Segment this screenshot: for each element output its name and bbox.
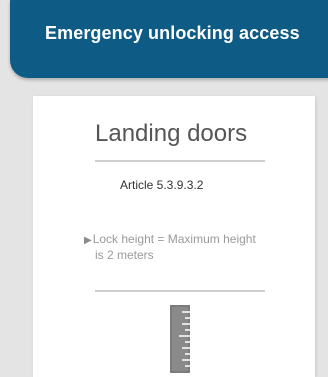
note-first-line: ▶Lock height = Maximum height xyxy=(84,232,294,248)
content-panel: Landing doors Article 5.3.9.3.2 ▶Lock he… xyxy=(33,96,315,377)
header-banner: Emergency unlocking access xyxy=(10,0,328,78)
title-divider xyxy=(95,160,265,162)
note-text-line1: Lock height = Maximum height xyxy=(92,232,256,246)
ruler-icon xyxy=(170,305,190,373)
article-reference: Article 5.3.9.3.2 xyxy=(120,178,204,192)
lock-height-note: ▶Lock height = Maximum height is 2 meter… xyxy=(84,232,294,263)
panel-title: Landing doors xyxy=(95,120,248,147)
page-title: Emergency unlocking access xyxy=(45,23,300,43)
bottom-divider xyxy=(95,290,265,292)
arrow-right-icon: ▶ xyxy=(84,235,92,246)
note-text-line2: is 2 meters xyxy=(95,248,154,262)
